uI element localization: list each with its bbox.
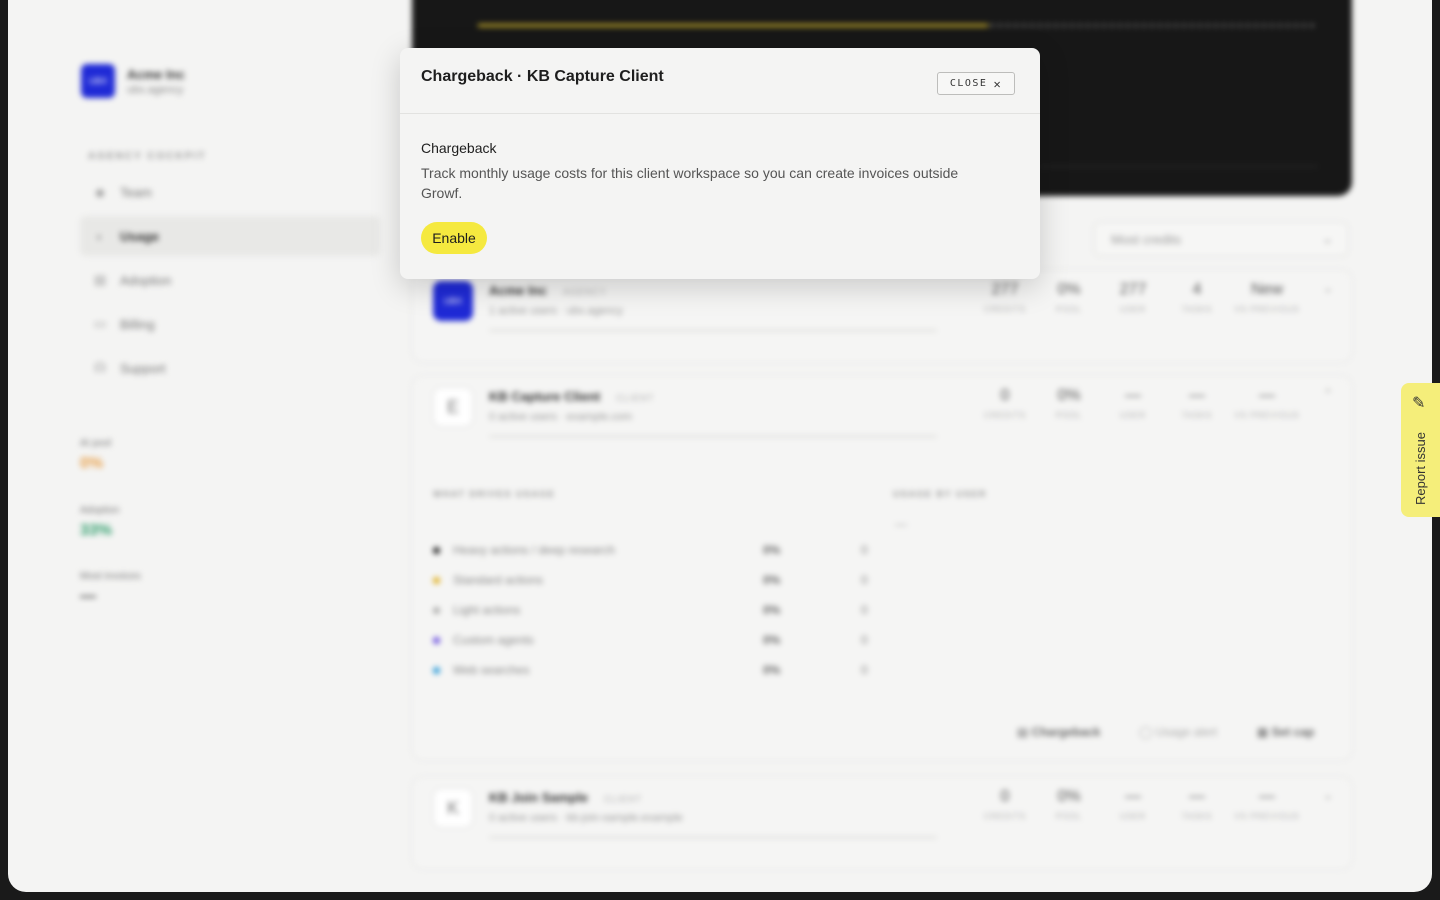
enable-button[interactable]: Enable [421, 222, 487, 254]
modal-header: Chargeback · KB Capture Client CLOSE ✕ [400, 48, 1040, 114]
close-label: CLOSE [949, 78, 988, 89]
chargeback-modal: Chargeback · KB Capture Client CLOSE ✕ C… [400, 48, 1040, 279]
modal-description: Track monthly usage costs for this clien… [421, 165, 959, 201]
modal-title: Chargeback · KB Capture Client [421, 68, 664, 85]
modal-overlay: Chargeback · KB Capture Client CLOSE ✕ C… [0, 0, 1440, 900]
modal-heading: Chargeback [421, 140, 497, 156]
close-icon: ✕ [993, 76, 1003, 91]
close-button[interactable]: CLOSE ✕ [937, 72, 1015, 95]
